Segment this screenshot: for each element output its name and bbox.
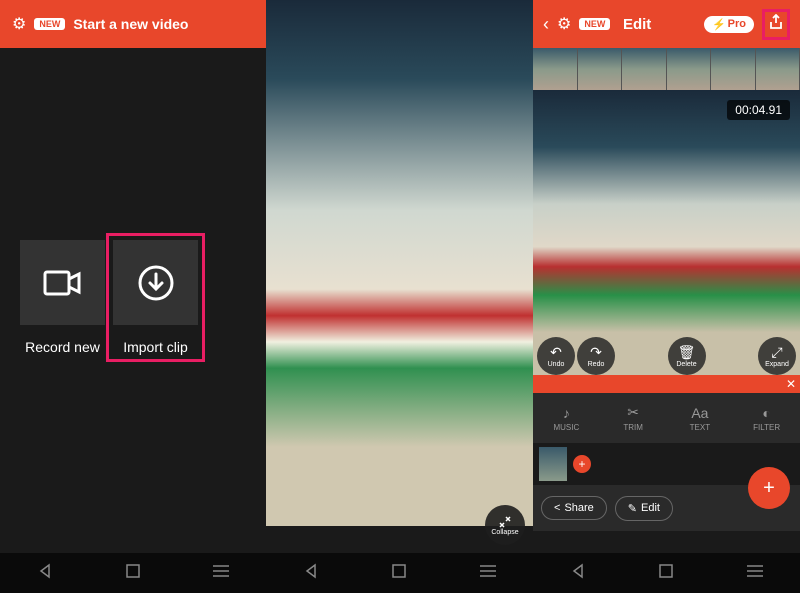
android-nav-bar: [533, 553, 800, 593]
strip-thumb[interactable]: [711, 48, 756, 90]
header-title: Start a new video: [73, 16, 188, 32]
download-circle-icon: [137, 264, 175, 302]
action-row: Record new Import clip: [0, 240, 218, 355]
filter-tool[interactable]: ◐FILTER: [733, 393, 800, 443]
strip-thumb[interactable]: [578, 48, 623, 90]
video-preview[interactable]: [266, 0, 533, 526]
nav-recent-icon[interactable]: [747, 564, 763, 583]
nav-back-icon[interactable]: [570, 563, 586, 584]
record-new-button[interactable]: [20, 240, 105, 325]
nav-home-icon[interactable]: [126, 564, 140, 583]
pencil-icon: ✎: [628, 502, 637, 515]
header-bar: ⚙ NEW Start a new video: [0, 0, 266, 48]
nav-back-icon[interactable]: [303, 563, 319, 584]
camera-icon: [43, 268, 83, 298]
filter-icon: ◐: [762, 405, 770, 421]
clip-thumb[interactable]: [539, 447, 567, 481]
edit-title: Edit: [578, 16, 696, 33]
expand-button[interactable]: ⤢Expand: [758, 337, 796, 375]
import-clip-button[interactable]: [113, 240, 198, 325]
tool-row: ♪MUSIC ✂TRIM AaTEXT ◐FILTER: [533, 393, 800, 443]
android-nav-bar: [266, 553, 533, 593]
redo-button[interactable]: ↷Redo: [577, 337, 615, 375]
trim-tool[interactable]: ✂TRIM: [600, 393, 667, 443]
collapse-label: Collapse: [491, 529, 518, 536]
strip-thumb[interactable]: [622, 48, 667, 90]
collapse-icon: [498, 515, 512, 529]
delete-button[interactable]: 🗑Delete: [668, 337, 706, 375]
expand-icon: ⤢: [771, 344, 782, 361]
nav-home-icon[interactable]: [659, 564, 673, 583]
record-new-label: Record new: [25, 339, 100, 355]
music-icon: ♪: [563, 405, 570, 421]
nav-recent-icon[interactable]: [213, 564, 229, 583]
export-button[interactable]: [762, 9, 790, 40]
text-icon: Aa: [691, 405, 708, 421]
edit-track[interactable]: ✕: [533, 375, 800, 393]
preview-screen: Collapse: [266, 0, 533, 593]
nav-back-icon[interactable]: [37, 563, 53, 584]
scissors-icon: ✂: [627, 404, 639, 421]
trash-icon: 🗑: [678, 344, 696, 361]
redo-icon: ↷: [590, 344, 602, 361]
share-icon: <: [554, 502, 560, 514]
add-clip-button[interactable]: +: [573, 455, 591, 473]
fab-add-button[interactable]: +: [748, 467, 790, 509]
back-icon[interactable]: ‹: [543, 14, 549, 35]
collapse-button[interactable]: Collapse: [485, 505, 525, 545]
bottom-action-bar: <Share ✎Edit +: [533, 485, 800, 531]
edit-header: ‹ ⚙ NEW Edit ⚡Pro: [533, 0, 800, 48]
pro-badge[interactable]: ⚡Pro: [704, 16, 754, 33]
nav-home-icon[interactable]: [392, 564, 406, 583]
record-new-card[interactable]: Record new: [20, 240, 105, 355]
nav-recent-icon[interactable]: [480, 564, 496, 583]
thumbnail-strip[interactable]: [533, 48, 800, 90]
edit-screen: ‹ ⚙ NEW Edit ⚡Pro 00:04.91 ↶Undo ↷Redo 🗑…: [533, 0, 800, 593]
timestamp-badge: 00:04.91: [727, 100, 790, 120]
strip-thumb[interactable]: [533, 48, 578, 90]
gear-icon[interactable]: ⚙: [557, 14, 571, 34]
undo-button[interactable]: ↶Undo: [537, 337, 575, 375]
edit-button[interactable]: ✎Edit: [615, 496, 673, 521]
start-screen: ⚙ NEW Start a new video Record new Impor…: [0, 0, 266, 593]
import-clip-card[interactable]: Import clip: [106, 233, 205, 362]
strip-thumb[interactable]: [667, 48, 712, 90]
gear-icon[interactable]: ⚙: [12, 14, 26, 34]
strip-thumb[interactable]: [756, 48, 800, 90]
export-icon: [769, 14, 783, 30]
share-button[interactable]: <Share: [541, 496, 607, 520]
preview-controls: ↶Undo ↷Redo 🗑Delete ⤢Expand: [533, 337, 800, 375]
import-clip-label: Import clip: [123, 339, 188, 355]
new-badge: NEW: [34, 18, 65, 30]
text-tool[interactable]: AaTEXT: [667, 393, 734, 443]
close-icon[interactable]: ✕: [786, 377, 796, 391]
music-tool[interactable]: ♪MUSIC: [533, 393, 600, 443]
undo-icon: ↶: [550, 344, 562, 361]
android-nav-bar: [0, 553, 266, 593]
edit-preview[interactable]: 00:04.91 ↶Undo ↷Redo 🗑Delete ⤢Expand: [533, 90, 800, 375]
